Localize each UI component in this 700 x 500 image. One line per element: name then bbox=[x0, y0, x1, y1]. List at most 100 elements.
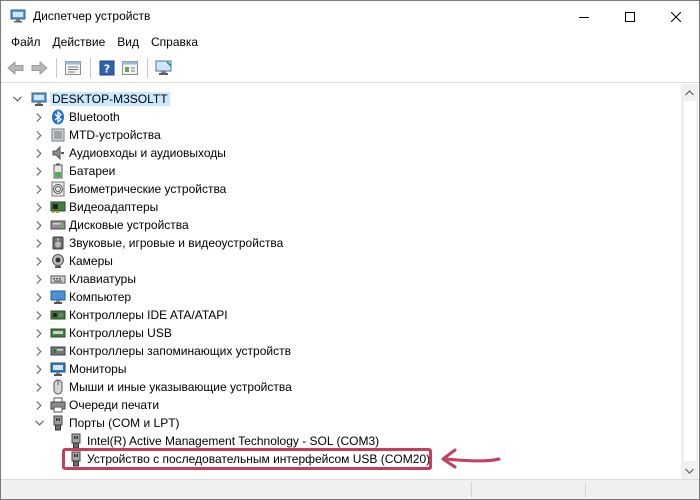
minimize-button[interactable] bbox=[561, 1, 607, 32]
annotation-arrow-icon bbox=[441, 448, 501, 469]
storage-controller-icon bbox=[50, 343, 66, 359]
forward-button[interactable] bbox=[28, 57, 50, 79]
window-title: Диспетчер устройств bbox=[33, 9, 151, 23]
toolbar-separator bbox=[56, 57, 57, 78]
menu-file[interactable]: Файл bbox=[5, 33, 47, 52]
tree-category[interactable]: Компьютер bbox=[1, 288, 681, 306]
tree-category-label: Видеоадаптеры bbox=[69, 200, 159, 214]
status-segment bbox=[471, 482, 472, 497]
display-adapter-icon bbox=[50, 199, 66, 215]
tree-category-label: Клавиатуры bbox=[69, 272, 136, 286]
tree-category-label: MTD-устройства bbox=[69, 128, 161, 142]
chevron-right-icon[interactable] bbox=[33, 378, 45, 396]
menu-action[interactable]: Действие bbox=[47, 33, 112, 52]
toolbar: ? bbox=[1, 53, 699, 83]
tree-category[interactable]: Контроллеры IDE ATA/ATAPI bbox=[1, 306, 681, 324]
tree-category[interactable]: MTD-устройства bbox=[1, 126, 681, 144]
back-button[interactable] bbox=[5, 57, 27, 79]
device-tree: DESKTOP-M3SOLTT Bluetooth MTD-устройства Ау… bbox=[1, 84, 681, 479]
tree-device-label: Intel(R) Active Management Technology - … bbox=[87, 434, 380, 448]
tree-category[interactable]: Bluetooth bbox=[1, 108, 681, 126]
toolbar-separator bbox=[147, 57, 148, 78]
battery-icon bbox=[50, 163, 66, 179]
tree-category[interactable]: Видеоадаптеры bbox=[1, 198, 681, 216]
port-icon bbox=[50, 415, 66, 431]
tree-root[interactable]: DESKTOP-M3SOLTT bbox=[1, 90, 681, 108]
sound-icon bbox=[50, 235, 66, 251]
device-manager-window: Диспетчер устройств Файл Действие Вид Сп… bbox=[0, 0, 700, 500]
tree-category[interactable]: Дисковые устройства bbox=[1, 216, 681, 234]
menu-view[interactable]: Вид bbox=[111, 33, 145, 52]
printer-icon bbox=[50, 397, 66, 413]
svg-text:?: ? bbox=[104, 62, 110, 75]
camera-icon bbox=[50, 253, 66, 269]
monitor-scan-icon bbox=[155, 60, 172, 75]
chevron-right-icon[interactable] bbox=[33, 270, 45, 288]
disk-drive-icon bbox=[50, 217, 66, 233]
chevron-right-icon[interactable] bbox=[33, 216, 45, 234]
chevron-right-icon[interactable] bbox=[33, 180, 45, 198]
tree-category[interactable]: Клавиатуры bbox=[1, 270, 681, 288]
chevron-right-icon[interactable] bbox=[33, 144, 45, 162]
tree-category[interactable]: Очереди печати bbox=[1, 396, 681, 414]
tree-category[interactable]: Мыши и иные указывающие устройства bbox=[1, 378, 681, 396]
tree-category-label: Биометрические устройства bbox=[69, 182, 227, 196]
help-icon: ? bbox=[99, 60, 115, 75]
properties-icon bbox=[65, 60, 81, 75]
chevron-right-icon[interactable] bbox=[33, 162, 45, 180]
tree-category-label: Компьютер bbox=[69, 290, 132, 304]
scan-hardware-button[interactable] bbox=[153, 57, 175, 79]
tree-category-label: Мыши и иные указывающие устройства bbox=[69, 380, 292, 394]
tree-category-label: Контроллеры запоминающих устройств bbox=[69, 344, 291, 358]
port-device-icon bbox=[68, 433, 84, 449]
tree-category[interactable]: Порты (COM и LPT) bbox=[1, 414, 681, 432]
scroll-thumb[interactable] bbox=[683, 101, 696, 461]
chevron-right-icon[interactable] bbox=[33, 234, 45, 252]
tree-category-label: Звуковые, игровые и видеоустройства bbox=[69, 236, 284, 250]
annotation-highlight-box bbox=[62, 448, 432, 470]
scroll-up-button[interactable] bbox=[681, 84, 698, 101]
tree-category[interactable]: Биометрические устройства bbox=[1, 180, 681, 198]
audio-io-icon bbox=[50, 145, 66, 161]
tree-category[interactable]: Аудиовходы и аудиовыходы bbox=[1, 144, 681, 162]
chevron-right-icon[interactable] bbox=[33, 198, 45, 216]
monitor-icon bbox=[50, 361, 66, 377]
chevron-right-icon[interactable] bbox=[33, 288, 45, 306]
chevron-right-icon[interactable] bbox=[33, 342, 45, 360]
tree-category[interactable]: Звуковые, игровые и видеоустройства bbox=[1, 234, 681, 252]
chevron-down-icon[interactable] bbox=[11, 90, 23, 108]
properties-button[interactable] bbox=[62, 57, 84, 79]
help-button[interactable]: ? bbox=[96, 57, 118, 79]
tree-category[interactable]: Мониторы bbox=[1, 360, 681, 378]
chevron-right-icon[interactable] bbox=[33, 252, 45, 270]
vertical-scrollbar[interactable] bbox=[681, 84, 698, 479]
tree-category[interactable]: Камеры bbox=[1, 252, 681, 270]
chevron-right-icon[interactable] bbox=[33, 126, 45, 144]
tree-category-label: Контроллеры IDE ATA/ATAPI bbox=[69, 308, 228, 322]
status-bar bbox=[1, 479, 699, 499]
tree-category[interactable]: Контроллеры USB bbox=[1, 324, 681, 342]
computer-root-icon bbox=[31, 91, 47, 107]
chevron-down-icon[interactable] bbox=[33, 414, 45, 432]
chevron-right-icon[interactable] bbox=[33, 396, 45, 414]
view-button[interactable] bbox=[119, 57, 141, 79]
chevron-right-icon[interactable] bbox=[33, 108, 45, 126]
menu-help[interactable]: Справка bbox=[145, 33, 204, 52]
minimize-icon bbox=[579, 16, 589, 18]
computer-icon bbox=[50, 289, 66, 305]
chevron-right-icon[interactable] bbox=[33, 306, 45, 324]
chevron-right-icon[interactable] bbox=[33, 360, 45, 378]
tree-category[interactable]: Батареи bbox=[1, 162, 681, 180]
maximize-button[interactable] bbox=[607, 1, 653, 32]
chevron-right-icon[interactable] bbox=[33, 324, 45, 342]
chevron-down-icon bbox=[685, 468, 694, 474]
fingerprint-icon bbox=[50, 181, 66, 197]
scroll-down-button[interactable] bbox=[681, 462, 698, 479]
tree-category[interactable]: Контроллеры запоминающих устройств bbox=[1, 342, 681, 360]
tree-category-label: Камеры bbox=[69, 254, 113, 268]
keyboard-icon bbox=[50, 271, 66, 287]
usb-controller-icon bbox=[50, 325, 66, 341]
close-button[interactable] bbox=[653, 1, 699, 32]
tree-category-label: Bluetooth bbox=[69, 110, 120, 124]
tree-root-label: DESKTOP-M3SOLTT bbox=[50, 92, 170, 106]
